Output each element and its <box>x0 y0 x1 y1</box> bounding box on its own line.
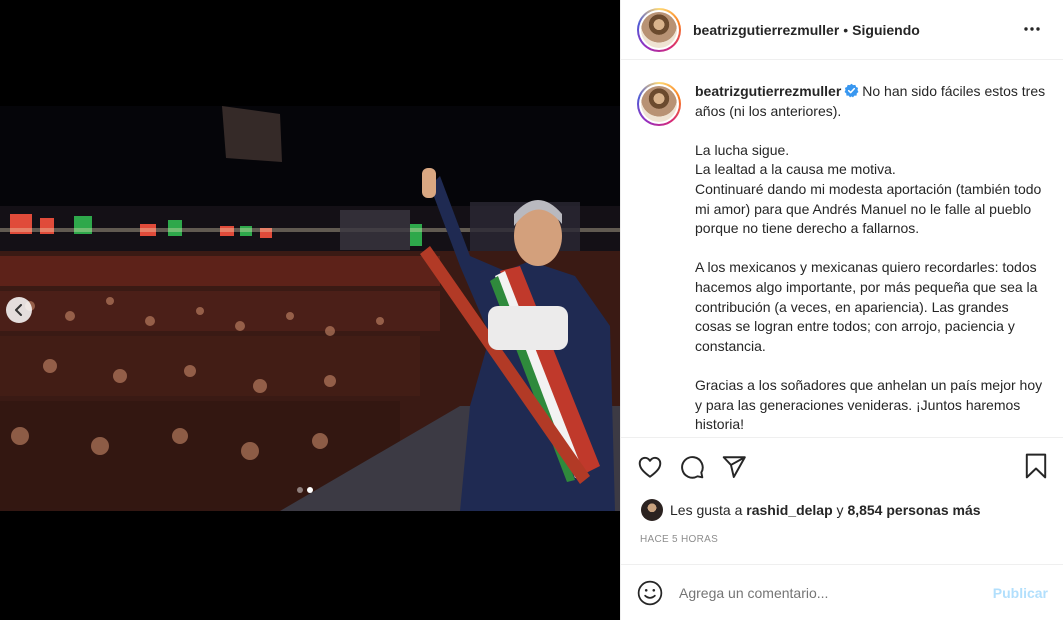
post-actions <box>637 451 1048 483</box>
caption-paragraph-2: La lucha sigue. La lealtad a la causa me… <box>695 141 1042 237</box>
carousel-dot-2 <box>307 487 313 493</box>
likes-summary: Les gusta a rashid_delap y 8,854 persona… <box>641 499 981 521</box>
share-icon <box>722 456 746 478</box>
photo-illustration <box>0 106 620 511</box>
comment-button[interactable] <box>679 454 705 480</box>
carousel-dot-1 <box>297 487 303 493</box>
verified-icon <box>844 83 859 98</box>
post-header: beatrizgutierrezmuller • Siguiendo <box>621 0 1063 60</box>
heart-icon <box>638 456 662 478</box>
emoji-icon <box>637 580 663 605</box>
save-button[interactable] <box>1024 453 1048 484</box>
likes-others-link[interactable]: 8,854 personas más <box>847 502 980 518</box>
post-photo[interactable] <box>0 106 620 511</box>
caption-text: beatrizgutierrezmuller No han sido fácile… <box>695 82 1047 435</box>
header-username[interactable]: beatrizgutierrezmuller <box>693 22 839 38</box>
caption-section: beatrizgutierrezmuller No han sido fácile… <box>621 60 1063 438</box>
share-button[interactable] <box>721 454 747 480</box>
liker-avatar[interactable] <box>641 499 663 521</box>
avatar[interactable] <box>637 7 681 52</box>
post-media <box>0 0 620 620</box>
chevron-left-icon <box>15 304 22 316</box>
comment-bar: Publicar <box>621 564 1063 620</box>
bookmark-icon <box>1025 453 1047 479</box>
more-options-icon <box>1024 27 1040 31</box>
caption-paragraph-4: Gracias a los soñadores que anhelan un p… <box>695 376 1043 433</box>
header-separator: • <box>843 21 849 38</box>
caption-username[interactable]: beatrizgutierrezmuller <box>695 83 841 99</box>
carousel-previous-button[interactable] <box>6 297 32 323</box>
comment-icon <box>681 456 704 479</box>
post-timestamp[interactable]: HACE 5 HORAS <box>640 534 718 545</box>
follow-status-button[interactable]: Siguiendo <box>852 22 920 38</box>
likes-prefix: Les gusta a <box>670 502 743 518</box>
liker-username[interactable]: rashid_delap <box>746 502 832 518</box>
likes-connector: y <box>836 502 844 518</box>
comment-input[interactable] <box>679 584 993 601</box>
emoji-button[interactable] <box>637 580 663 606</box>
more-options-button[interactable] <box>1023 20 1041 43</box>
caption-paragraph-3: A los mexicanos y mexicanas quiero recor… <box>695 259 1038 354</box>
caption-avatar[interactable] <box>637 82 681 126</box>
post-sidebar: beatrizgutierrezmuller • Siguiendo beatr… <box>620 0 1063 620</box>
like-button[interactable] <box>637 454 663 480</box>
publish-button[interactable]: Publicar <box>993 585 1048 601</box>
carousel-indicator <box>297 487 313 493</box>
